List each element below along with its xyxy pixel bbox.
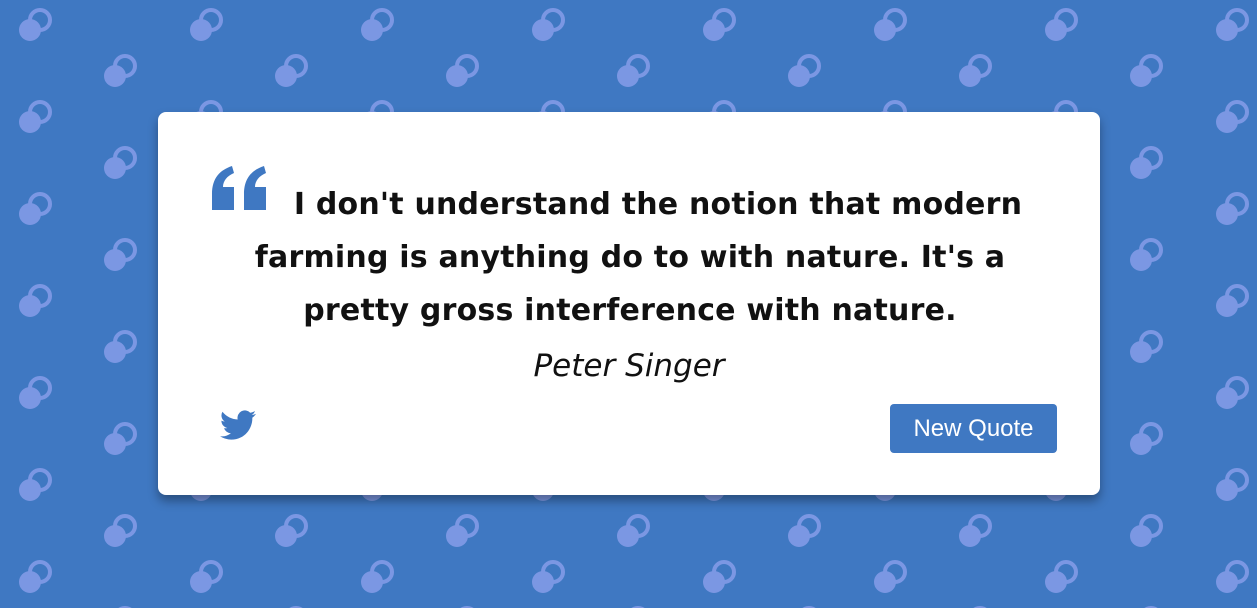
new-quote-button[interactable]: New Quote: [890, 404, 1057, 453]
tweet-quote-button[interactable]: [218, 407, 258, 443]
quote-text-block: I don't understand the notion that moder…: [228, 178, 1032, 337]
twitter-bird-icon: [220, 410, 256, 440]
quote-text: I don't understand the notion that moder…: [254, 187, 1023, 328]
quote-box: I don't understand the notion that moder…: [158, 112, 1100, 495]
quote-author: Peter Singer: [533, 348, 725, 384]
